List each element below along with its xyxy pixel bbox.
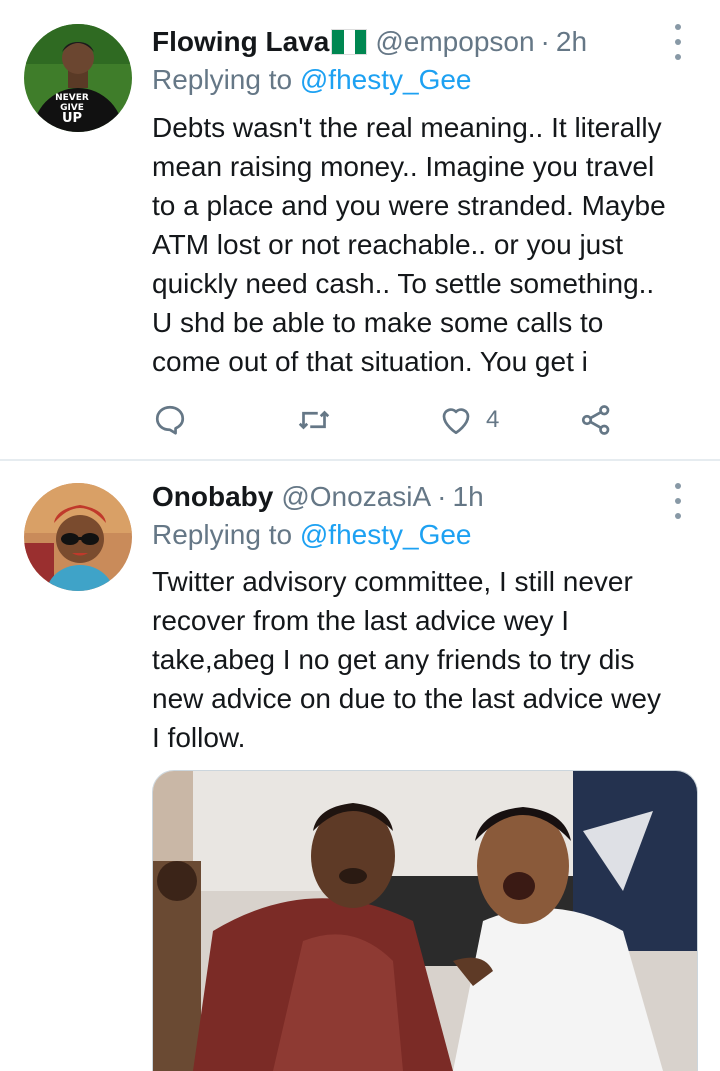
replying-prefix: Replying to (152, 519, 293, 550)
tweet-text-line: come out of that situation. You get i (152, 346, 588, 377)
tweet-text-line: quickly need cash.. To settle something.… (152, 268, 655, 299)
avatar[interactable] (24, 483, 132, 591)
nigeria-flag-icon (331, 29, 368, 55)
reply-icon (155, 405, 185, 435)
tweet-text-line: recover from the last advice wey I (152, 605, 570, 636)
display-name[interactable]: Onobaby (152, 481, 273, 513)
replying-to: Replying to @fhesty_Gee (152, 519, 472, 551)
tweet[interactable]: NEVER GIVE UP Flowing Lava @empopson · 2… (0, 0, 720, 460)
mention-link[interactable]: @fhesty_Gee (300, 64, 472, 95)
user-handle[interactable]: @OnozasiA (281, 481, 431, 513)
like-count: 4 (486, 406, 500, 433)
mention-link[interactable]: @fhesty_Gee (300, 519, 472, 550)
replying-prefix: Replying to (152, 64, 293, 95)
like-icon (442, 408, 470, 435)
display-name[interactable]: Flowing Lava (152, 26, 329, 58)
tweet-text-line: ATM lost or not reachable.. or you just (152, 229, 624, 260)
tweet-text-line: Debts wasn't the real meaning.. It liter… (152, 112, 662, 143)
user-handle[interactable]: @empopson (375, 26, 534, 58)
timestamp[interactable]: 1h (453, 481, 484, 513)
tweet-text-line: new advice on due to the last advice wey (152, 683, 661, 714)
more-options-icon[interactable] (670, 24, 686, 60)
retweet-icon (298, 410, 330, 430)
tweet-actions: 4 (152, 398, 632, 442)
tweet-header: Flowing Lava @empopson · 2h (152, 22, 587, 62)
tweet-header: Onobaby @OnozasiA · 1h (152, 477, 484, 517)
tweet-text: Debts wasn't the real meaning.. It liter… (152, 108, 712, 381)
tweet-text-line: mean raising money.. Imagine you travel (152, 151, 655, 182)
avatar-text: UP (62, 111, 82, 126)
tweet-text-line: I follow. (152, 722, 246, 753)
like-button[interactable]: 4 (438, 398, 499, 442)
share-icon (581, 405, 610, 435)
more-options-icon[interactable] (670, 483, 686, 519)
tweet-text: Twitter advisory committee, I still neve… (152, 562, 712, 757)
avatar[interactable]: NEVER GIVE UP (24, 24, 132, 132)
tweet-text-line: take,abeg I no get any friends to try di… (152, 644, 635, 675)
tweet-text-line: Twitter advisory committee, I still neve… (152, 566, 633, 597)
retweet-button[interactable] (296, 398, 332, 442)
tweet-text-line: U shd be able to make some calls to (152, 307, 604, 338)
avatar-text: NEVER (55, 93, 89, 103)
separator-dot: · (437, 481, 447, 512)
replying-to: Replying to @fhesty_Gee (152, 64, 472, 96)
timestamp[interactable]: 2h (556, 26, 587, 58)
tweet-media-image[interactable] (152, 770, 698, 1071)
tweet[interactable]: Onobaby @OnozasiA · 1h Replying to @fhes… (0, 461, 720, 1071)
tweet-text-line: to a place and you were stranded. Maybe (152, 190, 666, 221)
share-button[interactable] (578, 398, 614, 442)
reply-button[interactable] (152, 398, 188, 442)
separator-dot: · (540, 26, 550, 57)
